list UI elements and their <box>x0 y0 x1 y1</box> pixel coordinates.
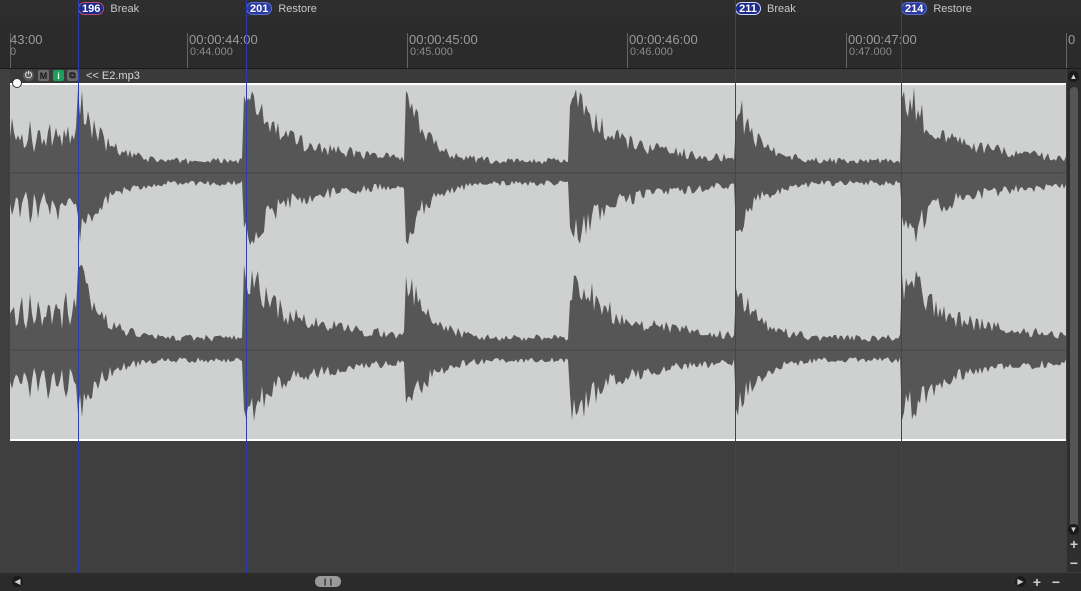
ruler-time: 00:00:45:00 <box>409 32 478 47</box>
time-ruler[interactable]: 43:00 0 00:00:44:00 0:44.000 00:00:45:00… <box>0 17 1081 69</box>
waveform-graphic <box>10 87 1066 422</box>
marker-line <box>901 0 902 573</box>
zoom-out-icon[interactable]: − <box>1068 556 1080 570</box>
ruler-tick <box>187 33 188 68</box>
ruler-tick <box>627 33 628 68</box>
vertical-scroll-thumb[interactable] <box>1070 87 1078 527</box>
track-name: << E2.mp3 <box>86 70 140 82</box>
marker-number: 196 <box>78 2 105 15</box>
clip-handle[interactable] <box>12 78 22 88</box>
ruler-time: 00:00:46:00 <box>629 32 698 47</box>
ruler-time: 0 <box>1068 32 1076 47</box>
marker-211[interactable]: 211 Break <box>735 1 796 16</box>
marker-number: 211 <box>735 2 761 15</box>
vertical-scrollbar[interactable]: ▲ ▼ + − <box>1067 69 1081 572</box>
marker-line <box>735 0 736 573</box>
track-header: ⏻ M i ⧉ <box>10 69 1066 83</box>
scroll-right-icon[interactable]: ▶ <box>1015 576 1026 587</box>
horizontal-scrollbar[interactable]: ◀ ❙❙ ▶ + − <box>0 573 1081 591</box>
marker-214[interactable]: 214 Restore <box>901 1 972 16</box>
marker-line <box>246 0 247 573</box>
marker-line <box>78 0 79 573</box>
ruler-time-sub: 0 <box>10 46 17 58</box>
marker-196[interactable]: 196 Break <box>78 1 139 16</box>
scroll-left-icon[interactable]: ◀ <box>12 576 23 587</box>
marker-label: Break <box>110 2 140 15</box>
zoom-in-icon[interactable]: + <box>1068 537 1080 551</box>
marker-label: Restore <box>278 2 317 15</box>
ruler-time: 00:00:47:00 <box>848 32 917 47</box>
ruler-time-sub: 0:46.000 <box>630 46 673 58</box>
ruler-time-sub: 0:47.000 <box>849 46 892 58</box>
scroll-down-icon[interactable]: ▼ <box>1068 524 1079 535</box>
scroll-up-icon[interactable]: ▲ <box>1068 71 1079 82</box>
ruler-tick <box>1066 33 1067 68</box>
ruler-time: 00:00:44:00 <box>189 32 258 47</box>
waveform-channel <box>10 87 1066 246</box>
waveform-channel <box>10 264 1066 422</box>
ruler-time: 43:00 <box>10 32 43 47</box>
fx-icon[interactable]: ⧉ <box>67 70 78 81</box>
horizontal-scroll-thumb[interactable]: ❙❙ <box>315 576 341 587</box>
mute-button[interactable]: M <box>38 70 49 81</box>
ruler-tick <box>846 33 847 68</box>
ruler-time-sub: 0:45.000 <box>410 46 453 58</box>
marker-number: 214 <box>901 2 928 15</box>
ruler-tick <box>407 33 408 68</box>
marker-201[interactable]: 201 Restore <box>246 1 317 16</box>
marker-label: Break <box>767 2 796 15</box>
marker-number: 201 <box>246 2 273 15</box>
waveform-clip[interactable] <box>10 83 1066 441</box>
ruler-time-sub: 0:44.000 <box>190 46 233 58</box>
power-icon[interactable]: ⏻ <box>23 70 34 81</box>
h-zoom-out-icon[interactable]: − <box>1050 575 1062 589</box>
info-icon[interactable]: i <box>53 70 64 81</box>
h-zoom-in-icon[interactable]: + <box>1031 575 1043 589</box>
marker-label: Restore <box>933 2 972 15</box>
